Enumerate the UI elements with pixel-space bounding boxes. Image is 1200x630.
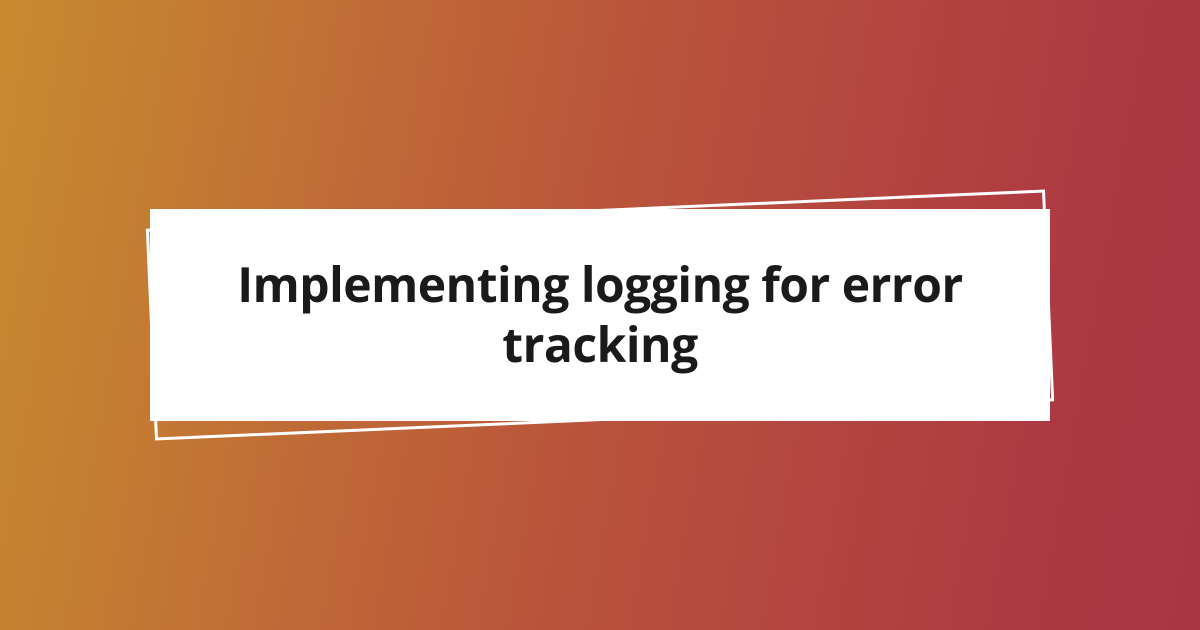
page-title: Implementing logging for error tracking: [210, 255, 990, 375]
title-card-wrapper: Implementing logging for error tracking: [150, 209, 1050, 421]
title-card: Implementing logging for error tracking: [150, 209, 1050, 421]
